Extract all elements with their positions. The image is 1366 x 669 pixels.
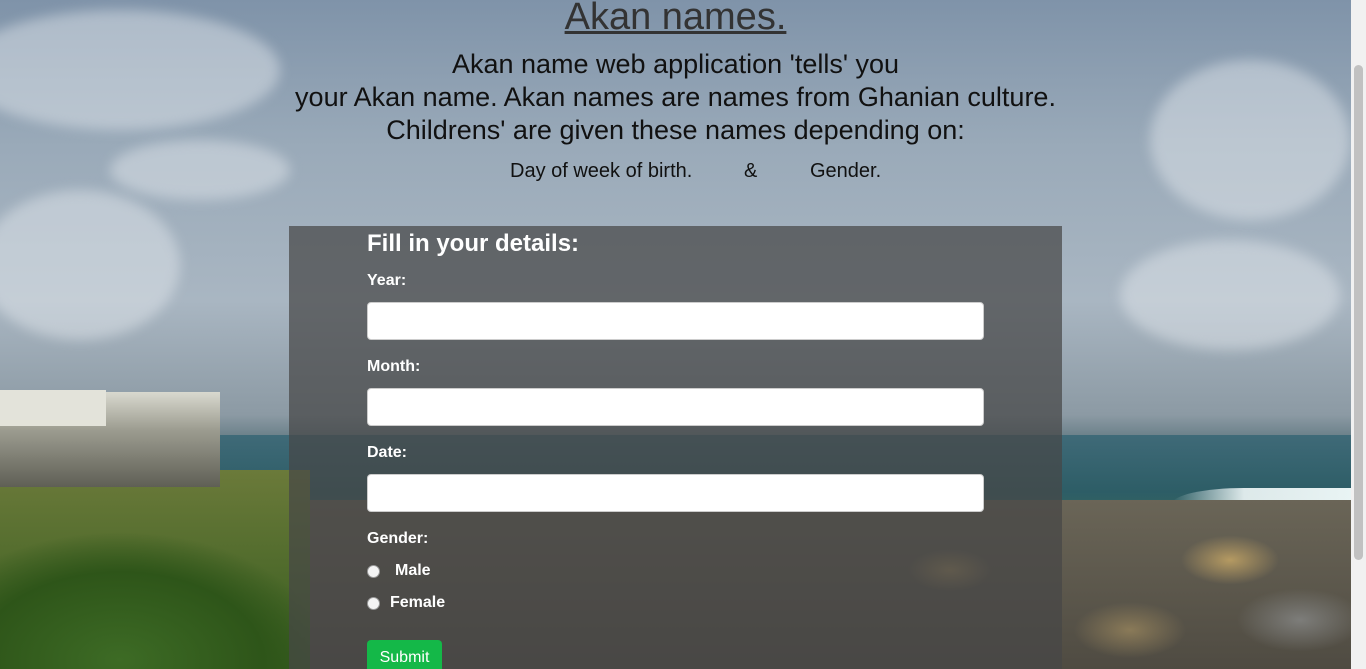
gender-label: Gender: — [367, 530, 429, 547]
month-input[interactable] — [367, 388, 984, 426]
form-heading: Fill in your details: — [367, 230, 580, 257]
intro-line: Childrens' are given these names dependi… — [386, 115, 965, 145]
details-form: Fill in your details: Year: Month: Date:… — [289, 226, 1062, 669]
page-scrollbar[interactable] — [1351, 0, 1366, 669]
gender-option-female[interactable]: Female — [367, 594, 445, 612]
scrollbar-thumb[interactable] — [1354, 65, 1363, 560]
submit-button[interactable]: Submit — [367, 640, 442, 669]
factor-separator: & — [744, 160, 758, 182]
date-label: Date: — [367, 444, 408, 461]
factor-gender: Gender. — [810, 160, 882, 182]
intro-line: Akan name web application 'tells' you — [451, 49, 900, 79]
male-radio[interactable] — [367, 564, 380, 578]
page-title: Akan names. — [564, 0, 787, 38]
intro-text: Akan name web application 'tells' you yo… — [0, 48, 1351, 147]
month-label: Month: — [367, 358, 421, 375]
page: Akan names. Akan name web application 't… — [0, 0, 1366, 669]
male-radio-label: Male — [395, 562, 431, 579]
year-input[interactable] — [367, 302, 984, 340]
intro-line: your Akan name. Akan names are names fro… — [295, 82, 1056, 112]
gender-option-male[interactable]: Male — [367, 562, 431, 580]
year-label: Year: — [367, 272, 407, 289]
date-input[interactable] — [367, 474, 984, 512]
female-radio-label: Female — [390, 594, 446, 611]
factor-day: Day of week of birth. — [510, 160, 693, 182]
female-radio[interactable] — [367, 596, 380, 610]
